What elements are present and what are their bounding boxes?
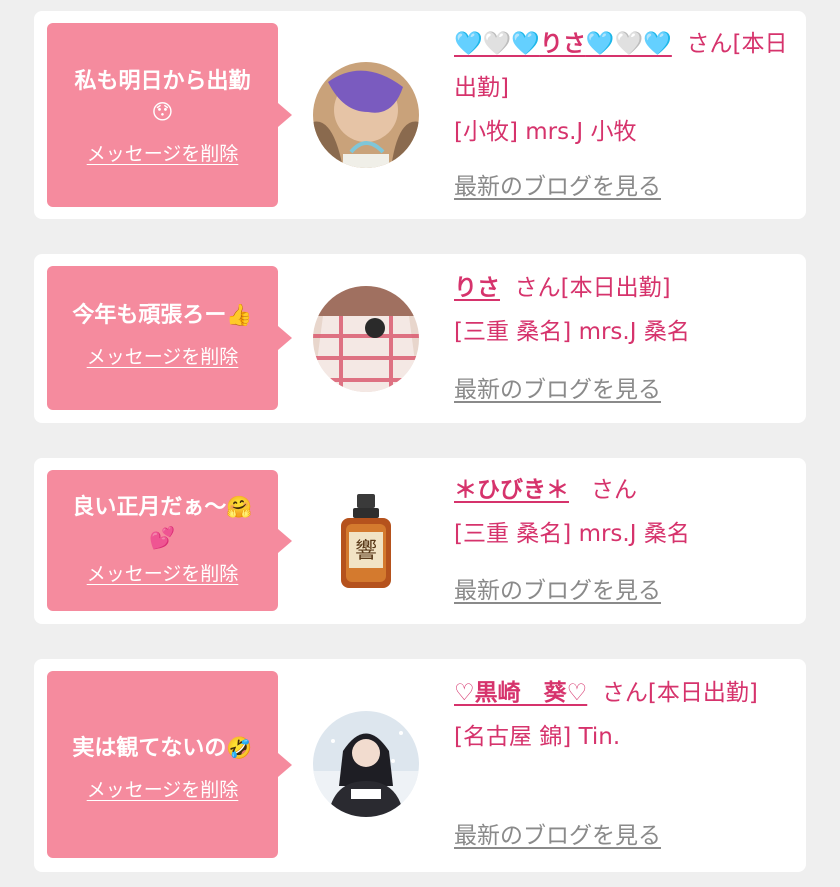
cast-info: りさ さん[本日出勤] [三重 桑名] mrs.J 桑名 <box>454 266 796 354</box>
latest-blog-link[interactable]: 最新のブログを見る <box>454 375 661 405</box>
honorific: さん <box>514 275 561 301</box>
cast-info: ♡黒崎 葵♡ さん[本日出勤] [名古屋 錦] Tin. <box>454 671 796 759</box>
message-emoji: 🤣 <box>226 736 253 760</box>
cast-info: 🩵🤍🩵りさ🩵🤍🩵 さん[本日出勤] [小牧] mrs.J 小牧 <box>454 22 796 154</box>
avatar[interactable] <box>313 62 419 168</box>
message-card: 良い正月だぁ〜🤗 💕 メッセージを削除 響 ＊ひびき＊ さん [三重 桑名] mr… <box>34 458 806 624</box>
message-emoji: 🤗 <box>226 495 253 519</box>
message-text: 実は観てないの🤣 <box>72 736 253 761</box>
shop-label: [名古屋 錦] Tin. <box>454 724 621 750</box>
cast-name-link[interactable]: 🩵🤍🩵りさ🩵🤍🩵 <box>454 31 672 57</box>
status-label: [本日出勤] <box>560 275 671 301</box>
profile-photo-avatar <box>313 286 419 392</box>
message-emoji: 😯 <box>151 100 174 124</box>
svg-text:響: 響 <box>355 539 377 564</box>
profile-photo-avatar <box>313 711 419 817</box>
message-bubble: 今年も頑張ろー👍 メッセージを削除 <box>47 266 292 410</box>
honorific: さん <box>590 477 637 503</box>
message-bubble: 良い正月だぁ〜🤗 💕 メッセージを削除 <box>47 470 292 611</box>
avatar[interactable] <box>313 711 419 817</box>
whisky-bottle-avatar: 響 <box>313 488 419 594</box>
message-bubble: 実は観てないの🤣 メッセージを削除 <box>47 671 292 858</box>
cast-info: ＊ひびき＊ さん [三重 桑名] mrs.J 桑名 <box>454 468 796 556</box>
honorific: さん <box>686 31 733 57</box>
status-label: [本日出勤] <box>647 680 758 706</box>
delete-message-link[interactable]: メッセージを削除 <box>87 142 239 166</box>
delete-message-link[interactable]: メッセージを削除 <box>87 345 239 369</box>
avatar[interactable] <box>313 286 419 392</box>
message-text: 良い正月だぁ〜🤗 💕 <box>72 495 253 550</box>
shop-label: [三重 桑名] mrs.J 桑名 <box>454 521 690 547</box>
message-emoji: 👍 <box>226 303 253 327</box>
message-emoji: 💕 <box>149 526 176 550</box>
shop-label: [三重 桑名] mrs.J 桑名 <box>454 319 690 345</box>
message-text: 今年も頑張ろー👍 <box>72 303 253 328</box>
cast-name-link[interactable]: ＊ひびき＊ <box>454 477 569 503</box>
message-text: 私も明日から出勤 😯 <box>74 69 251 124</box>
message-card: 今年も頑張ろー👍 メッセージを削除 りさ さん[本日出勤] [三重 桑名] mr… <box>34 254 806 423</box>
honorific: さん <box>601 680 648 706</box>
message-bubble: 私も明日から出勤 😯 メッセージを削除 <box>47 23 292 207</box>
avatar[interactable]: 響 <box>313 488 419 594</box>
latest-blog-link[interactable]: 最新のブログを見る <box>454 576 661 606</box>
profile-photo-avatar <box>313 62 419 168</box>
latest-blog-link[interactable]: 最新のブログを見る <box>454 821 661 851</box>
delete-message-link[interactable]: メッセージを削除 <box>87 562 239 586</box>
latest-blog-link[interactable]: 最新のブログを見る <box>454 172 661 202</box>
shop-label: [小牧] mrs.J 小牧 <box>454 119 637 145</box>
delete-message-link[interactable]: メッセージを削除 <box>87 778 239 802</box>
cast-name-link[interactable]: ♡黒崎 葵♡ <box>454 680 587 706</box>
message-card: 私も明日から出勤 😯 メッセージを削除 🩵🤍🩵りさ🩵🤍🩵 さん[本日出勤] [小牧… <box>34 11 806 219</box>
message-card: 実は観てないの🤣 メッセージを削除 ♡黒崎 葵♡ さん[本日出勤] [名古屋 錦… <box>34 659 806 872</box>
cast-name-link[interactable]: りさ <box>454 275 500 301</box>
